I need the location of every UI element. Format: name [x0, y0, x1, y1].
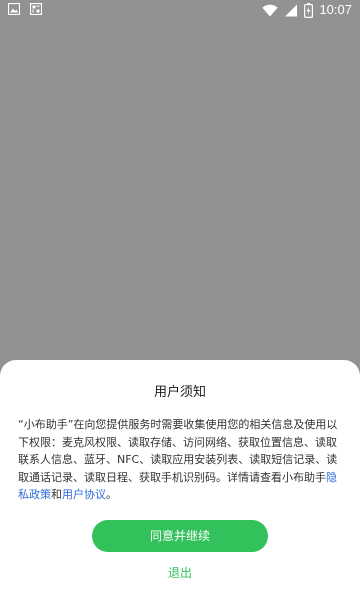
user-agreement-link[interactable]: 用户协议	[62, 488, 106, 501]
status-bar: 10:07	[0, 0, 360, 20]
image-icon	[8, 3, 20, 15]
status-left-icons	[8, 3, 42, 15]
agree-continue-button[interactable]: 同意并继续	[92, 520, 268, 552]
body-text: “小布助手”在向您提供服务时需要收集使用您的相关信息及使用以下权限：麦克风权限、…	[18, 418, 338, 484]
status-time: 10:07	[319, 2, 352, 17]
notification-icon	[30, 3, 42, 15]
status-right-icons: 10:07	[262, 2, 352, 18]
user-notice-dialog: 用户须知 “小布助手”在向您提供服务时需要收集使用您的相关信息及使用以下权限：麦…	[0, 360, 360, 600]
body-end-punctuation: 。	[106, 488, 117, 501]
screen: 10:07 用户须知 “小布助手”在向您提供服务时需要收集使用您的相关信息及使用…	[0, 0, 360, 600]
exit-button[interactable]: 退出	[0, 564, 360, 582]
dialog-body: “小布助手”在向您提供服务时需要收集使用您的相关信息及使用以下权限：麦克风权限、…	[18, 416, 342, 504]
signal-icon	[284, 4, 298, 17]
battery-icon	[304, 2, 314, 18]
wifi-icon	[262, 4, 279, 17]
body-conjunction: 和	[51, 488, 62, 501]
dialog-title: 用户须知	[153, 385, 206, 400]
